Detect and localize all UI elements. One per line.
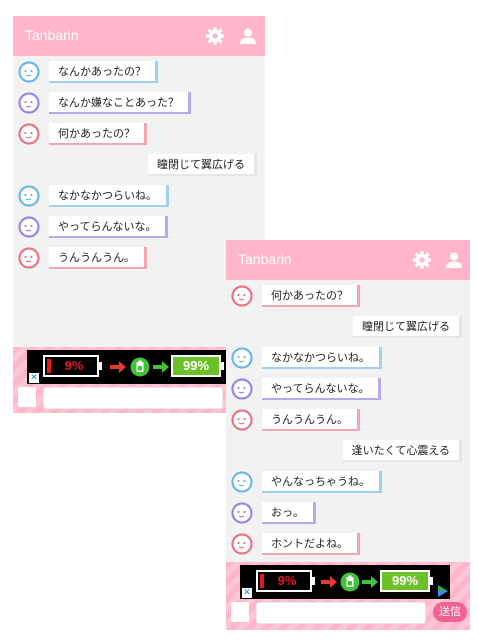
app-header: Tanbarin xyxy=(13,16,265,56)
user-message-bubble: 逢いたくて心震える xyxy=(342,440,462,462)
gear-icon[interactable] xyxy=(205,26,225,46)
send-button[interactable]: 送信 xyxy=(433,602,467,622)
bot-message-bubble: 何かあったの？ xyxy=(49,123,147,145)
message-row: なんか嫌なことあった？ xyxy=(13,89,265,119)
user-message-bubble: 瞳閉じて翼広げる xyxy=(353,316,462,338)
ad-low-battery: 9% xyxy=(43,355,99,377)
message-row: やってらんないな。 xyxy=(226,375,470,405)
bot-message-bubble: やってらんないな。 xyxy=(262,378,382,400)
bot-message-bubble: やんなっちゃうね。 xyxy=(262,471,382,493)
app-title: Tanbarin xyxy=(25,27,79,43)
battery-nub xyxy=(99,362,102,370)
bot-message-bubble: やってらんないな。 xyxy=(49,216,169,238)
arrow-right-icon xyxy=(321,576,337,588)
app-title: Tanbarin xyxy=(238,251,292,267)
battery-nub xyxy=(430,577,433,585)
bot-message-bubble: なんかあったの？ xyxy=(49,61,158,83)
message-row: なかなかつらいね。 xyxy=(226,344,470,374)
message-row: おっ。 xyxy=(226,499,470,529)
arrow-right-icon xyxy=(362,576,378,588)
bot-message-bubble: おっ。 xyxy=(262,502,316,524)
play-store-icon xyxy=(438,585,448,597)
gear-icon[interactable] xyxy=(412,250,432,270)
ad-low-battery-text: 9% xyxy=(277,573,297,588)
message-row: うんうんうん。 xyxy=(226,406,470,436)
message-row: 逢いたくて心震える xyxy=(226,437,470,467)
bot-message-bubble: なかなかつらいね。 xyxy=(262,347,382,369)
charging-icon xyxy=(340,572,360,592)
blue-character-avatar-icon xyxy=(18,61,40,83)
user-icon[interactable] xyxy=(444,250,464,270)
bot-message-bubble: なんか嫌なことあった？ xyxy=(49,92,191,114)
battery-nub xyxy=(221,362,224,370)
purple-character-avatar-icon xyxy=(231,502,253,524)
user-icon[interactable] xyxy=(238,26,258,46)
bot-message-bubble: ホントだよね。 xyxy=(262,533,360,555)
pink-character-avatar-icon xyxy=(18,247,40,269)
app-header: Tanbarin xyxy=(226,240,470,280)
message-row: ホントだよね。 xyxy=(226,530,470,560)
purple-character-avatar-icon xyxy=(18,92,40,114)
bot-message-bubble: 何かあったの？ xyxy=(262,285,360,307)
arrow-right-icon xyxy=(153,361,169,373)
attach-button[interactable] xyxy=(231,602,249,622)
pink-character-avatar-icon xyxy=(231,409,253,431)
ad-low-battery-text: 9% xyxy=(64,358,84,373)
message-row: やってらんないな。 xyxy=(13,213,265,243)
chat-screen-2: Tanbarin 何かあったの？ 瞳閉じて翼広げるなかなかつらいね。 やってらんない… xyxy=(226,240,470,630)
bottom-bar: 9% 99% ✕ xyxy=(226,562,470,630)
ad-full-battery-text: 99% xyxy=(391,573,419,588)
message-row: 何かあったの？ xyxy=(226,282,470,312)
message-input[interactable] xyxy=(256,602,426,624)
purple-character-avatar-icon xyxy=(18,216,40,238)
user-message-bubble: 瞳閉じて翼広げる xyxy=(148,154,257,176)
bot-message-bubble: なかなかつらいね。 xyxy=(49,185,169,207)
bot-message-bubble: うんうんうん。 xyxy=(49,247,147,269)
pink-character-avatar-icon xyxy=(231,533,253,555)
ad-close-icon[interactable]: ✕ xyxy=(242,588,252,598)
ad-full-battery-text: 99% xyxy=(182,358,210,373)
message-input[interactable] xyxy=(43,387,223,409)
ad-banner[interactable]: 9% 99% ✕ xyxy=(240,565,450,599)
pink-character-avatar-icon xyxy=(231,285,253,307)
purple-character-avatar-icon xyxy=(231,378,253,400)
ad-banner[interactable]: 9% 99% ✕ xyxy=(27,350,240,384)
message-row: 何かあったの？ xyxy=(13,120,265,150)
pink-character-avatar-icon xyxy=(18,123,40,145)
message-row: なんかあったの？ xyxy=(13,58,265,88)
blue-character-avatar-icon xyxy=(231,471,253,493)
message-row: やんなっちゃうね。 xyxy=(226,468,470,498)
ad-full-battery: 99% xyxy=(380,570,430,592)
message-row: 瞳閉じて翼広げる xyxy=(226,313,470,343)
charging-icon xyxy=(130,357,150,377)
blue-character-avatar-icon xyxy=(18,185,40,207)
battery-nub xyxy=(312,577,315,585)
ad-full-battery: 99% xyxy=(171,355,221,377)
arrow-right-icon xyxy=(110,361,126,373)
ad-low-battery: 9% xyxy=(256,570,312,592)
bot-message-bubble: うんうんうん。 xyxy=(262,409,360,431)
message-row: なかなかつらいね。 xyxy=(13,182,265,212)
ad-close-icon[interactable]: ✕ xyxy=(29,373,39,383)
message-row: 瞳閉じて翼広げる xyxy=(13,151,265,181)
attach-button[interactable] xyxy=(18,387,36,407)
blue-character-avatar-icon xyxy=(231,347,253,369)
